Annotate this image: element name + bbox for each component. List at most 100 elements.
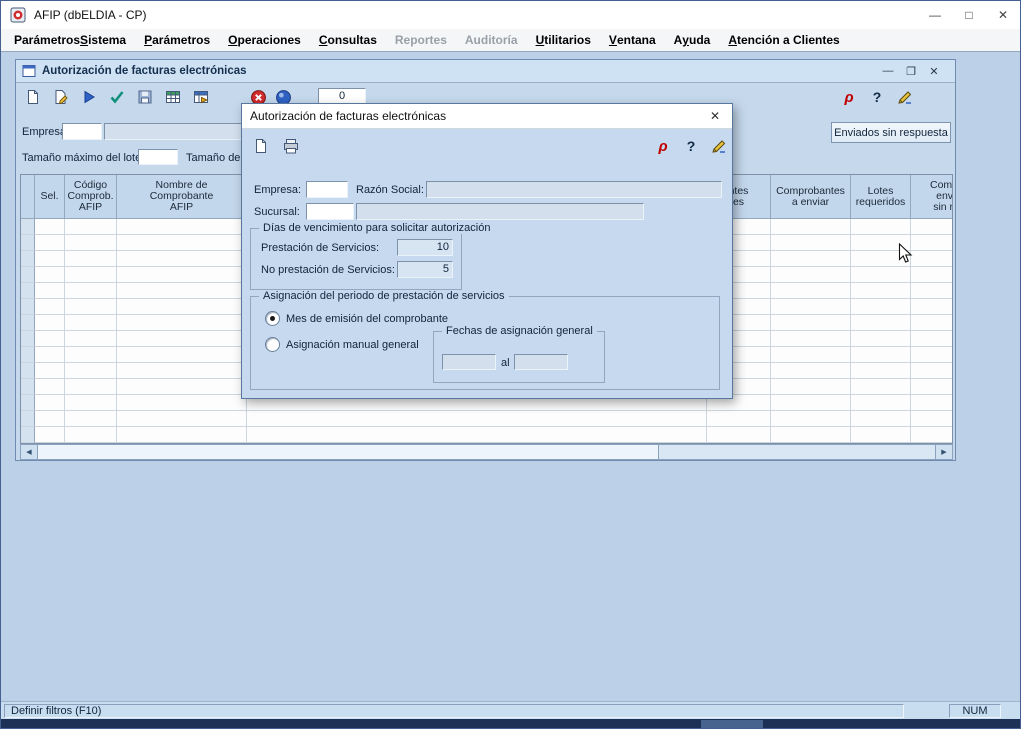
new-document-icon	[25, 89, 41, 105]
grid-cell	[117, 395, 247, 411]
grid-row[interactable]	[21, 411, 952, 427]
check-icon	[109, 89, 125, 105]
dialog-autorizacion: Autorización de facturas electrónicas ✕ …	[241, 103, 733, 399]
grid-cell	[771, 219, 851, 235]
dialog-titlebar[interactable]: Autorización de facturas electrónicas ✕	[242, 104, 732, 129]
fechas-group: Fechas de asignación general al	[433, 331, 605, 383]
scroll-left-button[interactable]: ◀	[21, 445, 38, 459]
titlebar[interactable]: AFIP (dbELDIA - CP) — □ ✕	[1, 1, 1020, 29]
grid-cell	[771, 347, 851, 363]
child-restore-button[interactable]: ❐	[904, 65, 918, 78]
grid-cell	[851, 363, 911, 379]
minimize-button[interactable]: —	[918, 1, 952, 29]
dialog-print-button[interactable]	[278, 134, 304, 158]
grid-header-cell: Comprobaenviadosin respu	[911, 175, 953, 219]
dialog-sucursal-name-field	[356, 203, 644, 220]
define-filters-button[interactable]	[892, 85, 918, 109]
grid-cell	[35, 395, 65, 411]
fecha-desde-input[interactable]	[442, 354, 496, 370]
grid-cell	[911, 379, 953, 395]
pen-icon	[711, 138, 727, 154]
close-button[interactable]: ✕	[986, 1, 1020, 29]
grid-cell	[851, 411, 911, 427]
menu-item-atencion-a-clientes[interactable]: Atención a Clientes	[719, 29, 848, 51]
save-button[interactable]	[132, 85, 158, 109]
grid-cell	[911, 363, 953, 379]
execute-button[interactable]	[76, 85, 102, 109]
grid-cell	[35, 283, 65, 299]
row-selector-cell	[21, 315, 35, 331]
help-button[interactable]: ?	[864, 85, 890, 109]
grid-cell	[911, 299, 953, 315]
grid-cell	[35, 347, 65, 363]
row-selector-cell	[21, 219, 35, 235]
grid-cell	[65, 315, 117, 331]
dialog-exit-button[interactable]: ρ	[650, 134, 676, 158]
grid-cell	[911, 411, 953, 427]
prestacion-label: Prestación de Servicios:	[261, 242, 379, 254]
new-document-icon	[253, 138, 269, 154]
child-close-button[interactable]: ✕	[927, 65, 941, 78]
dialog-new-record-button[interactable]	[248, 134, 274, 158]
tamano-lote-input[interactable]	[138, 149, 178, 165]
maximize-button[interactable]: □	[952, 1, 986, 29]
grid-cell	[35, 411, 65, 427]
menu-item-parametros-sistema[interactable]: Parámetros Sistema	[5, 29, 135, 51]
grid-cell	[771, 251, 851, 267]
export-grid-button[interactable]	[188, 85, 214, 109]
grid-cell	[851, 299, 911, 315]
grid-row[interactable]	[21, 427, 952, 443]
row-selector-cell	[21, 283, 35, 299]
exit-button[interactable]: ρ	[836, 85, 862, 109]
grid-cell	[911, 315, 953, 331]
grid-header-cell: CódigoComprob.AFIP	[65, 175, 117, 219]
row-selector-cell	[21, 267, 35, 283]
dialog-close-button[interactable]: ✕	[706, 109, 724, 123]
dialog-razon-social-label: Razón Social:	[356, 184, 424, 196]
grid-cell	[35, 427, 65, 443]
radio-mes-emision[interactable]: Mes de emisión del comprobante	[265, 311, 448, 326]
grid-view-button[interactable]	[160, 85, 186, 109]
no-prestacion-dias-input[interactable]: 5	[397, 261, 453, 278]
prestacion-dias-input[interactable]: 10	[397, 239, 453, 256]
dialog-sucursal-input[interactable]	[306, 203, 354, 220]
radio-asignacion-manual[interactable]: Asignación manual general	[265, 337, 419, 352]
menu-item-ventana[interactable]: Ventana	[600, 29, 665, 51]
menu-item-operaciones[interactable]: Operaciones	[219, 29, 310, 51]
child-titlebar[interactable]: Autorización de facturas electrónicas — …	[16, 60, 955, 83]
new-record-button[interactable]	[20, 85, 46, 109]
grid-cell	[851, 283, 911, 299]
grid-cell	[771, 379, 851, 395]
scroll-right-button[interactable]: ▶	[935, 445, 952, 459]
child-toolbar-right: ρ ?	[836, 85, 918, 109]
menu-item-ayuda[interactable]: Ayuda	[665, 29, 720, 51]
dialog-razon-social-field	[426, 181, 722, 198]
window-title: AFIP (dbELDIA - CP)	[34, 8, 146, 22]
grid-cell	[65, 299, 117, 315]
fecha-hasta-input[interactable]	[514, 354, 568, 370]
menu-item-parametros[interactable]: Parámetros	[135, 29, 219, 51]
dialog-help-button[interactable]: ?	[678, 134, 704, 158]
empresa-input[interactable]	[62, 123, 102, 140]
grid-cell	[771, 299, 851, 315]
child-toolbar	[20, 85, 214, 109]
horizontal-scrollbar[interactable]: ◀ ▶	[20, 444, 953, 460]
grid-cell	[911, 395, 953, 411]
menu-item-utilitarios[interactable]: Utilitarios	[527, 29, 600, 51]
dialog-define-filters-button[interactable]	[706, 134, 732, 158]
confirm-button[interactable]	[104, 85, 130, 109]
edit-record-button[interactable]	[48, 85, 74, 109]
child-minimize-button[interactable]: —	[881, 65, 895, 78]
dialog-empresa-input[interactable]	[306, 181, 348, 198]
scrollbar-thumb[interactable]	[38, 445, 659, 459]
grid-cell	[65, 219, 117, 235]
grid-cell	[117, 219, 247, 235]
grid-cell	[851, 427, 911, 443]
grid-cell	[247, 411, 707, 427]
grid-cell	[771, 267, 851, 283]
grid-cell	[35, 219, 65, 235]
menu-item-consultas[interactable]: Consultas	[310, 29, 386, 51]
enviados-sin-respuesta-button[interactable]: Enviados sin respuesta	[831, 122, 951, 143]
printer-icon	[283, 138, 299, 154]
grid-cell	[117, 363, 247, 379]
